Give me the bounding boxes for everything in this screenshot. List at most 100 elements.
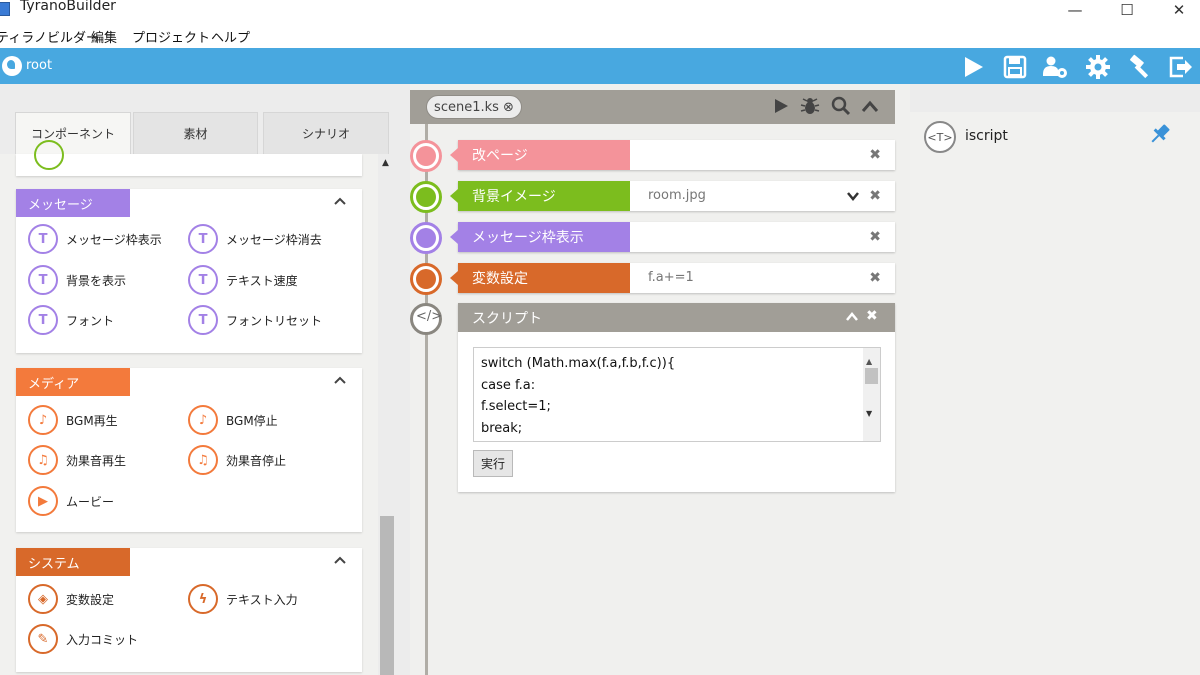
component-input-commit[interactable]: ✎ 入力コミット <box>28 624 138 654</box>
script-line: f.select=1; <box>481 399 551 414</box>
component-message-hide[interactable]: T メッセージ枠消去 <box>188 224 322 254</box>
detail-content <box>910 112 1200 675</box>
component-bgm-stop[interactable]: ♪ BGM停止 <box>188 405 278 435</box>
run-button[interactable]: 実行 <box>473 450 513 477</box>
tag-variable-value[interactable]: f.a+=1 <box>648 270 694 285</box>
delete-icon[interactable]: ✖ <box>866 308 878 324</box>
users-settings-icon[interactable] <box>1042 54 1068 80</box>
script-line: switch (Math.max(f.a,f.b,f.c)){ <box>481 356 676 371</box>
left-scroll-thumb[interactable] <box>380 516 394 675</box>
chevron-up-icon[interactable] <box>334 374 346 386</box>
script-icon: </> <box>410 303 442 335</box>
component-text-input[interactable]: ϟ テキスト入力 <box>188 584 298 614</box>
main-toolbar: root <box>0 48 1200 84</box>
panel-divider[interactable] <box>396 84 410 675</box>
chevron-up-icon[interactable] <box>334 554 346 566</box>
menu-bar: ティラノビルダー 編集 プロジェクト ヘルプ <box>0 24 1200 46</box>
menu-help[interactable]: ヘルプ <box>211 27 250 46</box>
script-editor[interactable]: switch (Math.max(f.a,f.b,f.c)){ case f.a… <box>473 347 881 442</box>
maximize-button[interactable]: ☐ <box>1104 0 1150 22</box>
tag-variable[interactable]: 変数設定 f.a+=1 ✖ <box>450 263 895 293</box>
tab-components[interactable]: コンポーネント <box>15 112 131 154</box>
window-title: TyranoBuilder <box>20 0 116 14</box>
text-input-icon: ϟ <box>188 584 218 614</box>
component-variable[interactable]: ◈ 変数設定 <box>28 584 114 614</box>
tag-background-image-value[interactable]: room.jpg <box>648 188 706 203</box>
previous-section-card <box>16 140 362 176</box>
font-icon: T <box>28 305 58 335</box>
section-media: メディア ♪ BGM再生 ♪ BGM停止 ♫ 効果音再生 ♫ 効果音停止 ▶ ム… <box>16 368 362 532</box>
text-speed-icon: T <box>188 265 218 295</box>
play-icon[interactable] <box>960 54 986 80</box>
bgm-stop-icon: ♪ <box>188 405 218 435</box>
variable-icon: ◈ <box>28 584 58 614</box>
iscript-icon: <T> <box>924 121 956 153</box>
bgm-play-icon: ♪ <box>28 405 58 435</box>
chevron-up-icon[interactable] <box>846 312 858 322</box>
pin-icon[interactable] <box>1148 122 1172 146</box>
menu-edit[interactable]: 編集 <box>91 27 117 46</box>
chevron-up-icon[interactable] <box>861 98 879 116</box>
iscript-label: iscript <box>965 128 1008 144</box>
root-label[interactable]: root <box>26 58 52 73</box>
script-scrollbar[interactable]: ▲ ▼ <box>863 348 880 441</box>
hammer-icon[interactable] <box>1127 54 1153 80</box>
section-system-title: システム <box>16 548 130 576</box>
font-reset-icon: T <box>188 305 218 335</box>
tag-message-show[interactable]: メッセージ枠表示 ✖ <box>450 222 895 252</box>
variable-icon <box>410 263 442 295</box>
component-background-show[interactable]: T 背景を表示 <box>28 265 126 295</box>
title-bar: TyranoBuilder — ☐ ✕ <box>0 0 1200 22</box>
gear-icon[interactable] <box>1085 54 1111 80</box>
tab-assets[interactable]: 素材 <box>133 112 258 154</box>
message-hide-icon: T <box>188 224 218 254</box>
search-icon[interactable] <box>831 96 851 116</box>
component-se-play[interactable]: ♫ 効果音再生 <box>28 445 126 475</box>
se-stop-icon: ♫ <box>188 445 218 475</box>
root-icon <box>2 56 22 76</box>
minimize-button[interactable]: — <box>1052 0 1098 22</box>
component-font[interactable]: T フォント <box>28 305 114 335</box>
component-bgm-play[interactable]: ♪ BGM再生 <box>28 405 118 435</box>
save-icon[interactable] <box>1002 54 1028 80</box>
tag-background-image-label: 背景イメージ <box>450 181 630 211</box>
page-break-icon <box>410 140 442 172</box>
chevron-down-icon[interactable] <box>847 191 859 201</box>
script-line: break; <box>481 420 523 436</box>
section-message-title: メッセージ <box>16 189 130 217</box>
input-commit-icon: ✎ <box>28 624 58 654</box>
play-icon[interactable] <box>772 97 790 115</box>
delete-icon[interactable]: ✖ <box>869 229 881 245</box>
close-button[interactable]: ✕ <box>1156 0 1200 22</box>
script-line: case f.a: <box>481 377 536 393</box>
background-image-icon <box>410 181 442 213</box>
component-movie[interactable]: ▶ ムービー <box>28 486 114 516</box>
tag-message-show-label: メッセージ枠表示 <box>450 222 630 252</box>
component-text-speed[interactable]: T テキスト速度 <box>188 265 298 295</box>
scene-tab[interactable]: scene1.ks ⊗ <box>426 95 522 119</box>
tab-scenario[interactable]: シナリオ <box>263 112 389 154</box>
se-play-icon: ♫ <box>28 445 58 475</box>
delete-icon[interactable]: ✖ <box>869 270 881 286</box>
message-show-icon: T <box>28 224 58 254</box>
menu-tyranobuilder[interactable]: ティラノビルダー <box>0 27 99 46</box>
tag-page-break-label: 改ページ <box>450 140 630 170</box>
tag-background-image[interactable]: 背景イメージ room.jpg ✖ <box>450 181 895 211</box>
section-media-title: メディア <box>16 368 130 396</box>
delete-icon[interactable]: ✖ <box>869 147 881 163</box>
menu-project[interactable]: プロジェクト <box>132 27 210 46</box>
tag-script-label: スクリプト <box>458 303 895 332</box>
component-se-stop[interactable]: ♫ 効果音停止 <box>188 445 286 475</box>
scroll-up-arrow[interactable]: ▲ <box>382 158 389 168</box>
app-icon <box>0 2 10 16</box>
section-system: システム ◈ 変数設定 ϟ テキスト入力 ✎ 入力コミット <box>16 548 362 672</box>
tag-page-break[interactable]: 改ページ ✖ <box>450 140 895 170</box>
section-message: メッセージ T メッセージ枠表示 T メッセージ枠消去 T 背景を表示 T テキ… <box>16 189 362 353</box>
component-font-reset[interactable]: T フォントリセット <box>188 305 322 335</box>
component-message-show[interactable]: T メッセージ枠表示 <box>28 224 162 254</box>
delete-icon[interactable]: ✖ <box>869 188 881 204</box>
exit-icon[interactable] <box>1168 54 1194 80</box>
debug-icon[interactable] <box>800 96 820 116</box>
background-show-icon: T <box>28 265 58 295</box>
chevron-up-icon[interactable] <box>334 195 346 207</box>
